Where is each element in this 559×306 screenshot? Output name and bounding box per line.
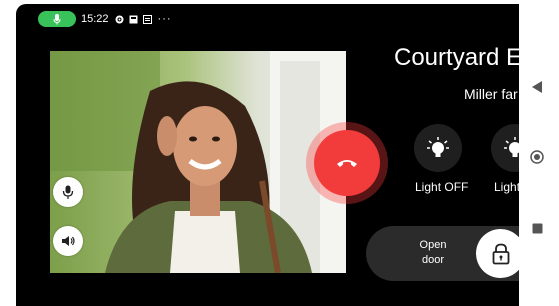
system-navigation-bar bbox=[519, 4, 559, 306]
overflow-indicator: ··· bbox=[157, 13, 172, 25]
light-off-label: Light OFF bbox=[415, 180, 469, 194]
status-bar: 15:22 ··· bbox=[38, 8, 238, 30]
speaker-button[interactable] bbox=[53, 226, 83, 256]
lock-icon bbox=[492, 243, 509, 264]
mic-active-pill[interactable] bbox=[38, 11, 76, 27]
light-label: Light bbox=[494, 180, 519, 194]
light-off-button[interactable] bbox=[414, 124, 462, 172]
light-button[interactable] bbox=[491, 124, 519, 172]
speaker-icon bbox=[62, 236, 75, 246]
open-door-label: Open door bbox=[408, 238, 458, 268]
light-bulb-icon bbox=[504, 137, 519, 157]
settings-icon bbox=[115, 15, 124, 23]
hangup-button[interactable] bbox=[314, 130, 380, 196]
recents-icon bbox=[532, 223, 542, 233]
back-icon bbox=[532, 81, 542, 93]
open-door-label-line1: Open bbox=[419, 239, 447, 251]
light-bulb-icon bbox=[427, 137, 449, 157]
hangup-ring bbox=[306, 122, 388, 204]
message-icon bbox=[142, 14, 152, 24]
lock-handle[interactable] bbox=[476, 229, 519, 278]
open-door-label-line2: door bbox=[421, 254, 445, 266]
home-icon bbox=[530, 150, 544, 164]
video-feed bbox=[50, 51, 346, 273]
phone-hangup-icon bbox=[337, 160, 357, 167]
microphone-active-icon bbox=[53, 13, 61, 24]
nav-back-button[interactable] bbox=[527, 77, 547, 97]
notification-icon bbox=[129, 15, 138, 23]
nav-recents-button[interactable] bbox=[527, 218, 547, 238]
visitor-video-image bbox=[50, 51, 346, 273]
intercom-screen: 15:22 ··· Courtyard E Miller far Light O… bbox=[16, 4, 519, 306]
microphone-icon bbox=[62, 185, 74, 199]
nav-home-button[interactable] bbox=[527, 147, 547, 167]
status-time: 15:22 bbox=[81, 13, 109, 25]
call-title: Courtyard E bbox=[394, 44, 519, 71]
call-subtitle: Miller far bbox=[464, 86, 518, 102]
microphone-button[interactable] bbox=[53, 177, 83, 207]
